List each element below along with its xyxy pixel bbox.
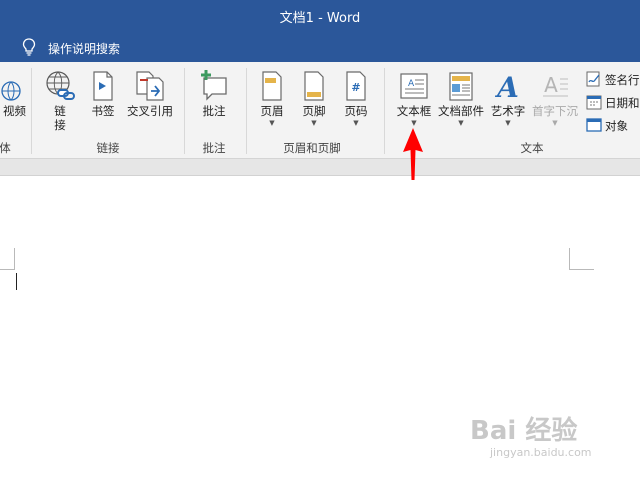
- bookmark-icon: [93, 71, 113, 101]
- drop-cap-label: 首字下沉: [532, 104, 578, 118]
- cross-reference-label: 交叉引用: [127, 104, 173, 118]
- globe-link-icon: [46, 71, 75, 100]
- object-label: 对象: [605, 119, 628, 133]
- group-separator: [246, 68, 247, 154]
- comment-label: 批注: [202, 104, 226, 118]
- header-icon: [262, 71, 282, 101]
- links-group-label: 链接: [96, 141, 120, 155]
- footer-dropdown-caret[interactable]: ▼: [298, 119, 330, 127]
- link-label-line2: 接: [54, 118, 66, 132]
- wordart-button[interactable]: A 艺术字 ▼: [488, 70, 528, 127]
- text-box-button[interactable]: A 文本框 ▼: [394, 70, 434, 127]
- signature-line-label: 签名行: [605, 73, 640, 87]
- footer-button[interactable]: 页脚 ▼: [298, 70, 330, 127]
- header-footer-group-label: 页眉和页脚: [283, 141, 341, 155]
- watermark-url: jingyan.baidu.com: [490, 446, 592, 459]
- tell-me-bar[interactable]: 操作说明搜索: [0, 32, 640, 62]
- quick-parts-icon: [449, 72, 473, 101]
- page-number-label: 页码: [344, 104, 368, 118]
- text-group-label: 文本: [520, 141, 544, 155]
- header-label: 页眉: [260, 104, 284, 118]
- svg-text:#: #: [351, 81, 360, 94]
- text-box-label: 文本框: [396, 104, 432, 118]
- link-label-line1: 链: [54, 104, 66, 118]
- quick-parts-dropdown-caret[interactable]: ▼: [436, 119, 486, 127]
- partial-group-label: 体: [0, 141, 11, 155]
- online-video-icon: [1, 81, 21, 101]
- text-cursor: [16, 273, 17, 290]
- comment-add-icon: [201, 70, 227, 101]
- wordart-dropdown-caret[interactable]: ▼: [488, 119, 528, 127]
- crop-mark-left-horizontal: [0, 269, 15, 270]
- ribbon: 视频 体 链 接 书签 交叉引用 链接 批注 批注 页眉 ▼ 页脚 ▼ # 页码…: [0, 62, 640, 159]
- title-bar: 文档1 - Word: [0, 0, 640, 32]
- object-icon: [586, 118, 602, 132]
- comments-group-label: 批注: [202, 141, 226, 155]
- object-button[interactable]: 对象: [586, 116, 640, 136]
- bookmark-label: 书签: [91, 104, 115, 118]
- crop-mark-right-vertical: [569, 248, 570, 270]
- tell-me-text[interactable]: 操作说明搜索: [48, 40, 120, 57]
- header-button[interactable]: 页眉 ▼: [256, 70, 288, 127]
- bookmark-button[interactable]: 书签: [86, 70, 120, 119]
- cross-reference-icon: [136, 71, 164, 101]
- quick-parts-button[interactable]: 文档部件 ▼: [436, 70, 486, 127]
- crop-mark-right-horizontal: [569, 269, 594, 270]
- svg-text:A: A: [408, 79, 415, 89]
- svg-text:A: A: [544, 73, 558, 97]
- group-separator: [31, 68, 32, 154]
- annotation-arrow: [403, 128, 423, 180]
- svg-text:A: A: [494, 71, 519, 102]
- link-button[interactable]: 链 接: [42, 70, 78, 132]
- group-separator: [184, 68, 185, 154]
- footer-icon: [304, 71, 324, 101]
- cross-reference-button[interactable]: 交叉引用: [124, 70, 176, 119]
- drop-cap-icon: A: [543, 73, 568, 97]
- drop-cap-button: A 首字下沉 ▼: [530, 70, 580, 127]
- link-label: 链 接: [42, 104, 78, 132]
- text-box-icon: A: [400, 73, 428, 99]
- date-time-label: 日期和: [605, 96, 640, 110]
- date-time-button[interactable]: 日期和: [586, 93, 640, 113]
- page-number-dropdown-caret[interactable]: ▼: [340, 119, 372, 127]
- wordart-label: 艺术字: [490, 104, 526, 118]
- signature-line-button[interactable]: 签名行: [586, 70, 640, 90]
- calendar-icon: [586, 95, 602, 110]
- video-label: 视频: [3, 104, 26, 118]
- wordart-icon: A: [494, 71, 519, 102]
- crop-mark-left-vertical: [14, 248, 15, 270]
- group-separator: [384, 68, 385, 154]
- window-title: 文档1 - Word: [279, 11, 361, 26]
- comment-button[interactable]: 批注: [194, 70, 234, 119]
- quick-parts-label: 文档部件: [438, 104, 484, 118]
- drop-cap-dropdown-caret: ▼: [552, 119, 558, 127]
- page-number-icon: #: [346, 71, 366, 101]
- footer-label: 页脚: [302, 104, 326, 118]
- header-dropdown-caret[interactable]: ▼: [256, 119, 288, 127]
- ruler-area: [0, 159, 640, 176]
- watermark-logo: Bai 经验: [470, 416, 578, 446]
- page-number-button[interactable]: # 页码 ▼: [340, 70, 372, 127]
- video-button[interactable]: 视频: [0, 76, 26, 119]
- signature-icon: [586, 71, 600, 87]
- lightbulb-icon: [22, 38, 36, 56]
